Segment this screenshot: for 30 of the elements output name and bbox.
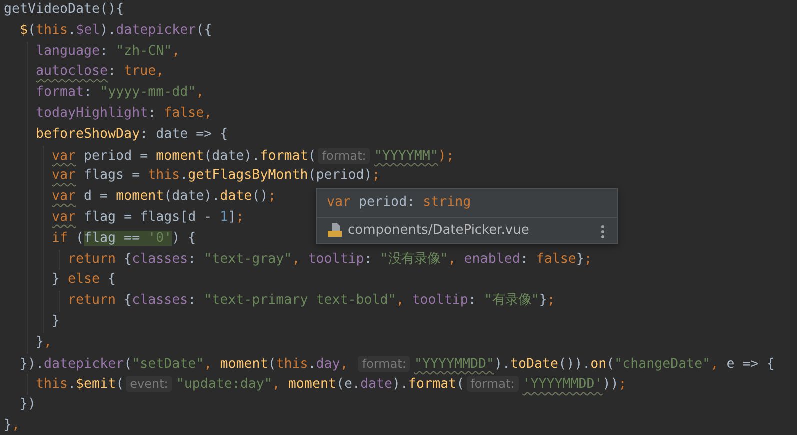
- code-line: language: "zh-CN",: [35, 42, 180, 61]
- code-line: var flag = flags[d - 1];: [51, 208, 244, 227]
- code-line: autoclose: true,: [35, 63, 164, 82]
- code-line: if (flag == '0') {: [51, 230, 196, 248]
- code-line: todayHighlight: false,: [35, 104, 212, 123]
- code-line: }: [51, 312, 60, 331]
- code-line: }): [19, 396, 36, 414]
- file-path-link[interactable]: components/DatePicker.vue: [348, 222, 596, 238]
- code-line: },: [35, 334, 52, 352]
- code-line: return {classes: "text-primary text-bold", tooltip: "有录像"};: [67, 292, 556, 310]
- type-signature: var period: string: [326, 194, 472, 212]
- inlay-hint: event:: [126, 376, 172, 392]
- code-line: format: "yyyy-mm-dd",: [35, 84, 204, 102]
- code-line: }).datepicker("setDate", moment(this.day, format: "YYYYMMDD").toDate()).on("changeDate", e => {: [19, 354, 775, 374]
- code-line: var period = moment(date).format( format: "YYYYMM");: [51, 146, 454, 166]
- code-line: },: [4, 416, 20, 435]
- inlay-hint: format:: [358, 356, 410, 372]
- inlay-hint: format:: [466, 376, 519, 392]
- code-line: this.$emit( event: "update:day", moment(e.date).format( format: 'YYYYMMDD'));: [35, 375, 627, 394]
- code-line: } else {: [51, 271, 116, 290]
- code-line: beforeShowDay: date => {: [35, 126, 228, 144]
- js-file-icon: [327, 222, 343, 238]
- code-line: $(this.$el).datepicker({: [19, 22, 212, 40]
- code-line: return {classes: "text-gray", tooltip: "没有录像", enabled: false};: [67, 250, 592, 269]
- code-line: var d = moment(date).date();: [51, 188, 276, 206]
- code-line: var flags = this.getFlagsByMonth(period);: [51, 167, 380, 186]
- inlay-hint: format:: [318, 148, 370, 164]
- code-editor[interactable]: [0, 0, 797, 435]
- code-line: getVideoDate(){: [4, 1, 124, 19]
- more-icon[interactable]: [601, 225, 605, 239]
